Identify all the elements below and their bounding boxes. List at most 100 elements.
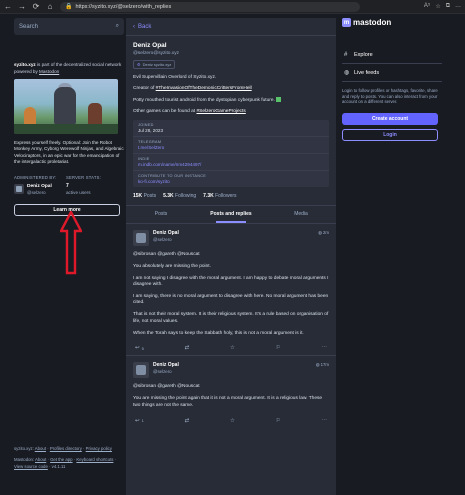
post-author-name[interactable]: Deniz Opal bbox=[153, 362, 179, 368]
avatar[interactable] bbox=[133, 229, 149, 246]
post-mentions[interactable]: @sibrosan @gareth @Nouscat bbox=[133, 384, 329, 390]
tab-posts-and-replies[interactable]: Posts and replies bbox=[196, 206, 266, 223]
admin-handle: @selzero bbox=[27, 189, 46, 195]
bio-text: Other games can be found at bbox=[133, 108, 197, 114]
favorite-star-icon[interactable]: ☆ bbox=[435, 3, 440, 10]
nav-live-feeds[interactable]: ◍ Live feeds bbox=[342, 64, 442, 82]
more-button[interactable]: ⋯ bbox=[321, 345, 327, 351]
nav-explore[interactable]: # Explore bbox=[342, 47, 442, 64]
star-icon: ☆ bbox=[230, 417, 235, 424]
hashtag-link[interactable]: #TheInvasionOfTheDemonicCrittersFromHell bbox=[156, 86, 252, 91]
back-button[interactable]: ‹ Back bbox=[126, 18, 336, 36]
bookmark-button[interactable]: ⚐ bbox=[276, 418, 281, 424]
more-button[interactable]: ⋯ bbox=[321, 418, 327, 424]
bio-line: Evil Supervillain Overlord of Syzito.xyz… bbox=[133, 75, 217, 80]
profile-field-joined: JOINED Jul 28, 2023 bbox=[133, 120, 329, 137]
following-count: 5.3K bbox=[163, 192, 174, 199]
brand-name: mastodon bbox=[353, 18, 392, 27]
server-name: syzito.xyz bbox=[14, 62, 36, 67]
favorite-button[interactable]: ☆ bbox=[230, 418, 235, 424]
footer-about-link[interactable]: About bbox=[35, 446, 46, 451]
profile-bio: Evil Supervillain Overlord of Syzito.xyz… bbox=[133, 75, 329, 115]
address-bar[interactable]: 🔒 https://syzito.xyz/@selzero/with_repli… bbox=[60, 1, 360, 12]
profile-field-telegram: TELEGRAM t.me/SelZero bbox=[133, 137, 329, 154]
field-key: CONTRIBUTE TO OUR INSTANCE bbox=[138, 173, 207, 178]
role-badge: ⚙ Deniz syzito.xyz bbox=[133, 60, 176, 69]
login-button[interactable]: Login bbox=[342, 128, 438, 141]
following-label: Following bbox=[175, 192, 197, 199]
admin-account[interactable]: Deniz Opal @selzero bbox=[14, 184, 66, 195]
bookmark-icon: ⚐ bbox=[275, 417, 281, 424]
reply-button[interactable]: ↩ 5 bbox=[135, 345, 144, 351]
footer-privacy-link[interactable]: Privacy policy bbox=[86, 446, 112, 451]
favorite-button[interactable]: ☆ bbox=[230, 345, 235, 351]
boost-button[interactable]: ⇄ bbox=[185, 345, 190, 351]
post-time-value: 17m bbox=[320, 362, 329, 368]
footer-keyboard-link[interactable]: Keyboard shortcuts bbox=[76, 457, 113, 462]
post-paragraph: I am not saying I disagree with the mora… bbox=[133, 275, 329, 287]
footer-profiles-link[interactable]: Profiles directory bbox=[50, 446, 82, 451]
more-icon: ⋯ bbox=[321, 345, 327, 352]
field-key: INDIE bbox=[138, 156, 150, 161]
followers-count-link[interactable]: 7.3K Followers bbox=[203, 193, 236, 199]
field-link[interactable]: ko-fi.com/syzito bbox=[138, 179, 324, 184]
posts-count-link[interactable]: 15K Posts bbox=[133, 193, 156, 199]
profile-field-indie: INDIE m.indb.com/name/nm4294497/ bbox=[133, 154, 329, 171]
back-arrow-icon[interactable]: ← bbox=[4, 2, 12, 12]
post-timestamp[interactable]: ◍ 2m bbox=[318, 230, 329, 246]
profile-name: Deniz Opal bbox=[133, 42, 167, 49]
home-icon[interactable]: ⌂ bbox=[46, 2, 54, 12]
role-badge-label: Deniz syzito.xyz bbox=[142, 62, 172, 67]
field-value: Jul 28, 2023 bbox=[138, 127, 164, 133]
bookmark-icon: ⚐ bbox=[275, 345, 281, 352]
footer-getapp-link[interactable]: Get the app bbox=[50, 457, 72, 462]
annotation-arrow-icon bbox=[59, 209, 83, 275]
reply-button[interactable]: ↩ 1 bbox=[135, 418, 144, 424]
browser-actions: A⁵ ☆ ⧉ … bbox=[424, 3, 461, 10]
post-paragraph: That is not their moral system. It is th… bbox=[133, 312, 329, 324]
active-users-stat: 7 active users bbox=[66, 184, 91, 195]
mastodon-icon: m bbox=[342, 18, 351, 27]
forward-arrow-icon[interactable]: → bbox=[18, 2, 26, 12]
server-tagline: Express yourself freely. Optional: Join … bbox=[14, 140, 124, 164]
post-time-value: 2m bbox=[323, 229, 329, 235]
footer-about2-link[interactable]: About bbox=[35, 457, 46, 462]
browser-toolbar: ← → ⟳ ⌂ 🔒 https://syzito.xyz/@selzero/wi… bbox=[0, 0, 465, 14]
hashtag-link[interactable]: #SelzeroGameProjects bbox=[196, 109, 245, 114]
search-input[interactable]: Search ⌕ bbox=[14, 18, 124, 35]
reload-icon[interactable]: ⟳ bbox=[32, 2, 40, 12]
avatar[interactable] bbox=[133, 362, 149, 379]
tab-posts[interactable]: Posts bbox=[126, 206, 196, 223]
mastodon-logo[interactable]: m mastodon bbox=[342, 18, 442, 27]
mastodon-link[interactable]: Mastodon bbox=[39, 69, 59, 74]
collections-icon[interactable]: ⧉ bbox=[446, 3, 450, 10]
bookmark-button[interactable]: ⚐ bbox=[276, 345, 281, 351]
post-actions: ↩ 5 ⇄ ☆ ⚐ ⋯ bbox=[133, 342, 329, 355]
globe-icon: ◍ bbox=[344, 70, 350, 76]
tab-media[interactable]: Media bbox=[266, 206, 336, 223]
search-icon[interactable]: ⌕ bbox=[116, 23, 119, 30]
create-account-button[interactable]: Create account bbox=[342, 112, 438, 125]
bio-text: Potty mouthed tourist android from the d… bbox=[133, 97, 275, 103]
globe-icon: ◍ bbox=[315, 362, 320, 368]
admin-name: Deniz Opal bbox=[27, 184, 52, 190]
posts-label: Posts bbox=[143, 192, 157, 199]
status-post[interactable]: Deniz Opal @selzero ◍ 17m @sibrosan @gar… bbox=[126, 356, 336, 427]
field-link[interactable]: m.indb.com/name/nm4294497/ bbox=[138, 162, 324, 167]
profile-tabs: Posts Posts and replies Media bbox=[126, 204, 336, 224]
more-icon[interactable]: … bbox=[455, 3, 461, 10]
boost-button[interactable]: ⇄ bbox=[185, 418, 190, 424]
signup-description: Login to follow profiles or hashtags, fa… bbox=[342, 88, 438, 105]
status-post[interactable]: Deniz Opal @selzero ◍ 2m @sibrosan @gare… bbox=[126, 224, 336, 357]
footer-source-link[interactable]: View source code bbox=[14, 464, 48, 469]
following-count-link[interactable]: 5.3K Following bbox=[163, 193, 196, 199]
chevron-left-icon: ‹ bbox=[133, 23, 135, 30]
post-author-name[interactable]: Deniz Opal bbox=[153, 230, 179, 236]
read-aloud-icon[interactable]: A⁵ bbox=[424, 3, 431, 10]
post-mentions[interactable]: @sibrosan @gareth @Nouscat bbox=[133, 252, 329, 258]
profile-field-contribute: CONTRIBUTE TO OUR INSTANCE ko-fi.com/syz… bbox=[133, 171, 329, 187]
field-link[interactable]: t.me/SelZero bbox=[138, 145, 324, 150]
post-paragraph: You are missing the point again that it … bbox=[133, 396, 323, 408]
server-about: syzito.xyz is part of the decentralized … bbox=[14, 62, 124, 75]
post-timestamp[interactable]: ◍ 17m bbox=[316, 362, 329, 378]
